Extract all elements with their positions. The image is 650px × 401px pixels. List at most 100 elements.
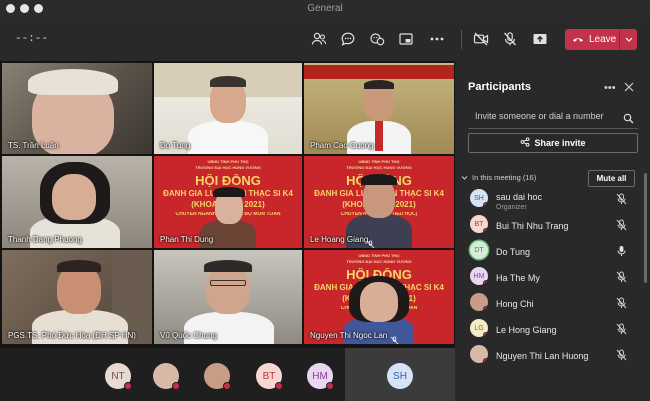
invite-input[interactable]: Invite someone or dial a number xyxy=(475,111,604,121)
window-title: General xyxy=(307,3,343,14)
avatar-initials: NT xyxy=(111,370,125,382)
leave-label: Leave xyxy=(589,34,617,45)
avatar: LG xyxy=(470,319,488,337)
avatar-initials: DT xyxy=(474,246,484,254)
participant-name-label: Le Hoang Giang xyxy=(310,235,369,244)
avatar[interactable]: NT xyxy=(105,363,132,390)
more-icon[interactable] xyxy=(427,29,447,49)
mic-off-icon xyxy=(390,332,399,344)
participant-name: Le Hong Giang xyxy=(496,325,557,335)
share-invite-button[interactable]: Share invite xyxy=(468,133,638,153)
participant-name: Hong Chi xyxy=(496,299,534,309)
mic-off-icon[interactable] xyxy=(616,270,627,283)
mic-off-badge xyxy=(483,358,488,363)
banner-line: UBND TỈNH PHÚ THỌ xyxy=(358,254,400,258)
avatar-initials: SH xyxy=(474,194,484,202)
in-meeting-section-toggle[interactable]: In this meeting (16) xyxy=(461,173,536,182)
chat-icon[interactable] xyxy=(338,29,358,49)
banner-line: UBND TỈNH PHÚ THỌ xyxy=(358,160,400,164)
avatar-initials: HM xyxy=(312,370,328,382)
meeting-timer: --:-- xyxy=(15,33,49,45)
avatar xyxy=(470,345,488,363)
banner-line: TRƯỜNG ĐẠI HỌC HÙNG VƯƠNG xyxy=(195,166,261,170)
mute-all-button[interactable]: Mute all xyxy=(588,170,635,187)
mic-off-icon[interactable] xyxy=(616,218,627,231)
avatar[interactable] xyxy=(204,363,231,390)
participant-name-label: Thanh Dang Phuong xyxy=(8,235,82,244)
avatar[interactable]: HM xyxy=(307,363,334,390)
video-tile[interactable]: Thanh Dang Phuong xyxy=(2,156,152,248)
participant-row[interactable]: SH sau dai hoc Organizer xyxy=(468,187,640,213)
video-tile[interactable]: PGS.TS. Phó Đức Hòa (ĐH SP HN) xyxy=(2,250,152,344)
participant-row[interactable]: LG Le Hong Giang xyxy=(468,317,640,343)
phone-icon xyxy=(572,34,584,45)
avatar-initials: LG xyxy=(474,324,484,332)
more-options-icon[interactable]: ••• xyxy=(604,82,616,94)
video-tile[interactable]: Vũ Quốc Chung xyxy=(154,250,302,344)
avatar-initials: SH xyxy=(393,370,407,382)
people-icon[interactable] xyxy=(309,29,329,49)
leave-button[interactable]: Leave xyxy=(565,29,637,50)
participant-row[interactable]: HM Ha The My xyxy=(468,265,640,291)
video-tile[interactable]: UBND TỈNH PHÚ THỌ TRƯỜNG ĐẠI HỌC HÙNG VƯ… xyxy=(304,250,454,344)
link-icon xyxy=(520,137,530,149)
leave-options-chevron-icon[interactable] xyxy=(619,29,637,50)
avatar: HM xyxy=(470,267,488,285)
participants-panel: Participants ••• Invite someone or dial … xyxy=(455,61,650,401)
participant-name-label: Nguyen Thi Ngoc Lan xyxy=(310,331,388,340)
mic-off-icon[interactable] xyxy=(500,29,520,49)
avatar[interactable] xyxy=(153,363,180,390)
video-tile[interactable]: UBND TỈNH PHÚ THỌ TRƯỜNG ĐẠI HỌC HÙNG VƯ… xyxy=(154,156,302,248)
participant-row[interactable]: BT Bui Thi Nhu Trang xyxy=(468,213,640,239)
mic-off-badge xyxy=(483,280,488,285)
participant-row[interactable]: DT Do Tung xyxy=(468,239,640,265)
mic-off-badge xyxy=(326,382,334,390)
share-invite-label: Share invite xyxy=(534,138,586,148)
video-tile[interactable]: Do Tung xyxy=(154,63,302,154)
video-grid: TS. Trần Luận Do Tung Pham Cao Cuong Tha… xyxy=(0,61,455,348)
close-icon[interactable] xyxy=(623,80,635,92)
mic-off-icon[interactable] xyxy=(616,322,627,335)
avatar: SH xyxy=(470,189,488,207)
scrollbar[interactable] xyxy=(644,173,647,283)
share-screen-icon[interactable] xyxy=(530,29,550,49)
participant-name: Do Tung xyxy=(496,247,531,257)
video-tile[interactable]: TS. Trần Luận xyxy=(2,63,152,154)
avatar: SH xyxy=(387,363,413,389)
search-icon[interactable] xyxy=(623,111,634,124)
section-label: In this meeting (16) xyxy=(472,173,537,182)
participant-name: sau dai hoc xyxy=(496,192,543,202)
mic-icon[interactable] xyxy=(616,244,627,256)
mic-off-badge xyxy=(124,382,132,390)
avatar: BT xyxy=(470,215,488,233)
camera-off-icon[interactable] xyxy=(471,29,491,49)
mic-off-badge xyxy=(483,306,488,311)
participant-row[interactable]: Nguyen Thi Lan Huong xyxy=(468,343,640,369)
video-tile[interactable]: UBND TỈNH PHÚ THỌ TRƯỜNG ĐẠI HỌC HÙNG VƯ… xyxy=(304,156,454,248)
video-tile[interactable]: Pham Cao Cuong xyxy=(304,63,454,154)
avatar[interactable]: BT xyxy=(256,363,283,390)
toolbar-divider xyxy=(461,30,462,49)
mic-off-badge xyxy=(275,382,283,390)
mic-off-icon[interactable] xyxy=(616,192,627,205)
share-tray-icon[interactable] xyxy=(396,29,416,49)
title-bar: General xyxy=(0,0,650,18)
participant-row[interactable]: Hong Chi xyxy=(468,291,640,317)
avatar-initials: BT xyxy=(262,370,276,382)
invite-field[interactable]: Invite someone or dial a number xyxy=(468,105,638,129)
teams-meeting-window: General --:-- Leave TS. Trần Luận Do Tun… xyxy=(0,0,650,401)
participant-name: Nguyen Thi Lan Huong xyxy=(496,351,589,361)
participant-name: Ha The My xyxy=(496,273,540,283)
reactions-icon[interactable] xyxy=(367,29,387,49)
mic-off-badge xyxy=(172,382,180,390)
participant-video xyxy=(188,121,268,154)
participant-name-label: Vũ Quốc Chung xyxy=(160,331,217,340)
self-view-tile[interactable]: SH xyxy=(345,348,455,401)
participant-name-label: Phan Thi Dung xyxy=(160,235,214,244)
chevron-down-icon xyxy=(461,175,468,180)
mic-off-icon[interactable] xyxy=(616,296,627,309)
avatar-initials: HM xyxy=(473,272,485,280)
mic-off-icon[interactable] xyxy=(616,348,627,361)
participant-role: Organizer xyxy=(496,204,527,211)
participant-name-label: Do Tung xyxy=(160,141,191,150)
